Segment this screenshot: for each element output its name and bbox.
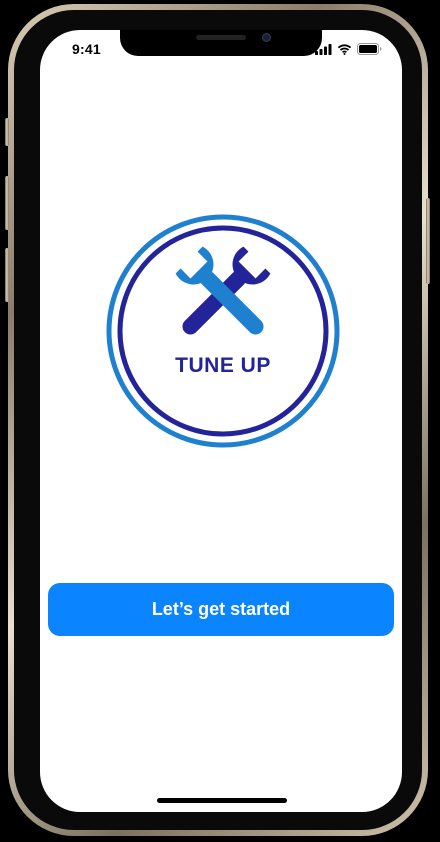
volume-down-button (5, 248, 9, 302)
wifi-icon (337, 43, 352, 55)
mute-switch (5, 118, 9, 146)
battery-icon (357, 43, 382, 55)
app-screen: 9:41 TUNE UP Let’s get started (40, 30, 402, 812)
front-camera (262, 33, 271, 42)
volume-up-button (5, 176, 9, 230)
device-stage: 9:41 TUNE UP Let’s get started (0, 0, 440, 842)
power-button (426, 198, 430, 284)
speaker-grille (196, 35, 246, 40)
status-time: 9:41 (72, 41, 101, 57)
tune-up-logo: TUNE UP (106, 214, 340, 448)
logo-text: TUNE UP (175, 354, 271, 377)
status-icons (315, 43, 382, 55)
cellular-signal-icon (315, 43, 332, 55)
home-indicator[interactable] (157, 798, 287, 803)
notch (120, 30, 322, 56)
crossed-wrenches-icon (175, 246, 271, 335)
get-started-button[interactable]: Let’s get started (48, 583, 394, 636)
